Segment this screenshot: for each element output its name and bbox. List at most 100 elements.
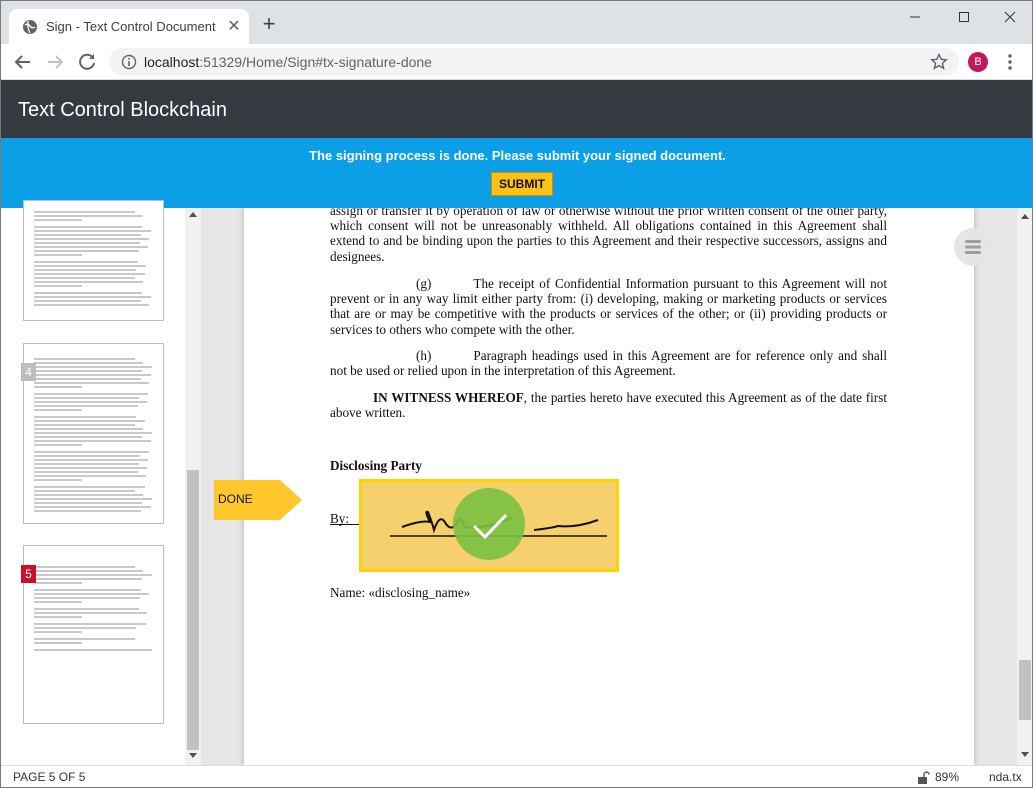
thumbnail-line xyxy=(34,432,152,434)
new-tab-icon[interactable]: + xyxy=(257,13,281,37)
browser-window: Sign - Text Control Document Va ✕ + loca… xyxy=(0,0,1033,788)
back-icon[interactable] xyxy=(11,50,35,74)
thumbnail-line xyxy=(34,510,142,512)
browser-tab[interactable]: Sign - Text Control Document Va ✕ xyxy=(9,9,249,44)
document-scroll-thumb[interactable] xyxy=(1019,660,1031,720)
thumbnail-line xyxy=(34,420,145,422)
scroll-up-arrow-icon[interactable] xyxy=(189,212,197,217)
thumbnail-pane: 4 5 xyxy=(1,200,201,765)
thumbnail-line xyxy=(34,358,136,360)
page-thumbnail-3[interactable] xyxy=(23,200,164,321)
thumbnail-line xyxy=(34,281,144,283)
page-thumbnail-5[interactable] xyxy=(23,545,164,724)
thumbnail-line xyxy=(34,578,143,580)
thumbnail-line xyxy=(34,623,146,625)
thumbnail-line xyxy=(34,467,148,469)
info-icon[interactable] xyxy=(121,54,137,70)
thumbnail-line xyxy=(34,475,146,477)
url-host: localhost xyxy=(144,54,200,70)
thumbnail-line xyxy=(34,304,150,306)
signature-line xyxy=(330,524,360,525)
paragraph-h: (h) Paragraph headings used in this Agree… xyxy=(330,348,887,378)
signature-box[interactable] xyxy=(359,479,619,572)
thumbnail-line xyxy=(34,215,144,217)
unlock-icon[interactable] xyxy=(916,771,930,785)
close-window-icon[interactable] xyxy=(995,7,1025,27)
signing-done-banner: The signing process is done. Please subm… xyxy=(1,138,1032,208)
bookmark-star-icon[interactable] xyxy=(930,53,948,71)
thumbnail-line xyxy=(34,382,150,384)
scroll-down-arrow-icon[interactable] xyxy=(1021,752,1029,757)
document-scrollbar[interactable] xyxy=(1017,208,1032,765)
thumbnail-line xyxy=(34,246,149,248)
page-thumbnail-4[interactable] xyxy=(23,343,164,524)
thumbnail-line xyxy=(34,608,139,610)
thumbnail-line xyxy=(34,226,143,228)
thumbnail-line xyxy=(34,574,152,576)
disclosing-party-heading: Disclosing Party xyxy=(330,458,422,473)
thumbnail-line xyxy=(34,277,136,279)
thumbnail-line xyxy=(34,459,149,461)
witness-paragraph: IN WITNESS WHEREOF, the parties hereto h… xyxy=(330,390,887,420)
thumbnail-line xyxy=(34,234,142,236)
hamburger-icon xyxy=(965,240,981,254)
thumbnail-line xyxy=(34,401,148,403)
minimize-icon[interactable] xyxy=(900,7,930,27)
status-bar: PAGE 5 OF 5 89% nda.tx xyxy=(1,765,1032,787)
url-path: :51329/Home/Sign#tx-signature-done xyxy=(199,54,432,70)
thumbnail-line xyxy=(34,612,148,614)
thumbnail-line xyxy=(34,397,139,399)
thumbnail-text xyxy=(34,211,153,308)
thumbnail-line xyxy=(34,631,82,633)
paragraph-assignment: assign or transfer it by operation of la… xyxy=(330,208,887,264)
thumbnail-line xyxy=(34,374,151,376)
thumbnail-scroll-thumb[interactable] xyxy=(187,470,199,750)
thumbnail-line xyxy=(34,479,82,481)
paragraph-h-label: (h) xyxy=(416,348,432,363)
thumbnail-line xyxy=(34,463,139,465)
forward-icon[interactable] xyxy=(43,50,67,74)
thumbnail-line xyxy=(34,593,150,595)
document-menu-button[interactable] xyxy=(954,228,992,266)
profile-avatar[interactable]: B xyxy=(968,52,988,72)
page-indicator: PAGE 5 OF 5 xyxy=(13,770,86,784)
thumbnail-line xyxy=(34,490,136,492)
url-text[interactable]: localhost:51329/Home/Sign#tx-signature-d… xyxy=(144,54,432,70)
zoom-level[interactable]: 89% xyxy=(935,770,959,784)
reload-icon[interactable] xyxy=(75,50,99,74)
thumbnail-line xyxy=(34,265,146,267)
thumbnail-text xyxy=(34,566,153,653)
submit-button[interactable]: SUBMIT xyxy=(491,172,553,196)
thumbnail-line xyxy=(34,444,82,446)
maximize-icon[interactable] xyxy=(949,7,979,27)
signature-drawing xyxy=(390,488,607,560)
globe-icon xyxy=(23,20,37,34)
thumbnail-line xyxy=(34,230,151,232)
thumbnail-line xyxy=(34,589,142,591)
close-tab-icon[interactable]: ✕ xyxy=(225,18,243,36)
thumbnail-line xyxy=(34,638,136,640)
app-title[interactable]: Text Control Blockchain xyxy=(18,99,227,122)
thumbnail-line xyxy=(34,506,151,508)
thumbnail-line xyxy=(34,570,144,572)
app-header: Text Control Blockchain xyxy=(1,80,1032,138)
witness-bold: IN WITNESS WHEREOF xyxy=(373,390,524,405)
address-bar[interactable]: localhost:51329/Home/Sign#tx-signature-d… xyxy=(109,48,959,76)
paragraph-g: (g) The receipt of Confidential Informati… xyxy=(330,276,887,337)
thumbnail-line xyxy=(34,451,150,453)
file-name: nda.tx xyxy=(989,770,1022,784)
thumbnail-line xyxy=(34,254,82,256)
tab-title: Sign - Text Control Document Va xyxy=(46,19,218,34)
thumbnail-line xyxy=(34,370,143,372)
thumbnail-line xyxy=(34,366,152,368)
thumbnail-scrollbar[interactable] xyxy=(185,208,201,765)
browser-menu-icon[interactable] xyxy=(1002,52,1018,72)
page-number-badge: 4 xyxy=(21,363,36,381)
thumbnail-line xyxy=(34,582,82,584)
scroll-down-arrow-icon[interactable] xyxy=(189,753,197,758)
thumbnail-line xyxy=(34,242,140,244)
browser-toolbar: localhost:51329/Home/Sign#tx-signature-d… xyxy=(1,44,1032,80)
thumbnail-line xyxy=(34,642,82,644)
thumbnail-line xyxy=(34,494,144,496)
scroll-up-arrow-icon[interactable] xyxy=(1021,214,1029,219)
